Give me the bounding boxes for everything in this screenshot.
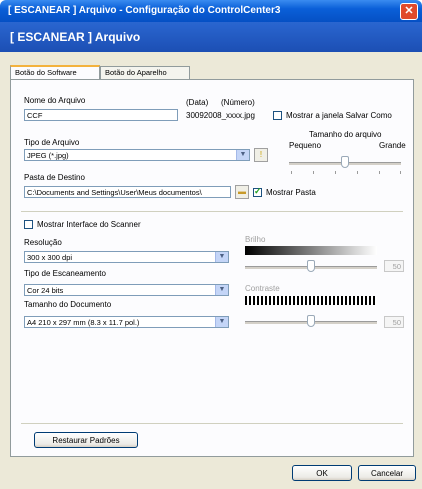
show-folder-label: Mostrar Pasta (266, 188, 316, 197)
file-size-slider[interactable] (341, 156, 349, 168)
brightness-slider[interactable] (307, 260, 315, 272)
file-size-tick (379, 171, 380, 174)
scan-type-label: Tipo de Escaneamento (24, 269, 106, 278)
divider (21, 423, 403, 424)
show-scanner-interface-checkbox[interactable] (24, 220, 33, 229)
chevron-down-icon[interactable]: ▼ (215, 252, 228, 262)
resolution-label: Resolução (24, 238, 62, 247)
contrast-label: Contraste (245, 284, 280, 293)
destination-input[interactable]: C:\Documents and Settings\User\Meus docu… (24, 186, 231, 198)
banner-title: [ ESCANEAR ] Arquivo (10, 30, 141, 44)
header-banner: [ ESCANEAR ] Arquivo (0, 22, 422, 52)
title-bar[interactable]: [ ESCANEAR ] Arquivo - Configuração do C… (0, 0, 422, 22)
file-size-large-label: Grande (379, 141, 406, 150)
file-name-label: Nome do Arquivo (24, 96, 86, 105)
window-title: [ ESCANEAR ] Arquivo - Configuração do C… (8, 5, 281, 16)
resolution-select[interactable]: 300 x 300 dpi ▼ (24, 251, 229, 263)
file-size-tick (357, 171, 358, 174)
document-size-label: Tamanho do Documento (24, 300, 112, 309)
cancel-button[interactable]: Cancelar (358, 465, 416, 481)
date-label: (Data) (186, 98, 209, 107)
settings-panel: Nome do Arquivo CCF (Data) (Número) 3009… (10, 79, 414, 457)
contrast-pattern (245, 296, 377, 305)
file-size-tick (400, 171, 401, 174)
chevron-down-icon[interactable]: ▼ (215, 285, 228, 295)
document-size-select[interactable]: A4 210 x 297 mm (8.3 x 11.7 pol.) ▼ (24, 316, 229, 328)
file-size-tick (313, 171, 314, 174)
chevron-down-icon[interactable]: ▼ (236, 150, 249, 160)
show-save-as-checkbox[interactable] (273, 111, 282, 120)
show-scanner-interface-label: Mostrar Interface do Scanner (37, 220, 141, 229)
contrast-slider[interactable] (307, 315, 315, 327)
show-save-as-label: Mostrar a janela Salvar Como (286, 111, 392, 120)
file-size-small-label: Pequeno (289, 141, 322, 150)
dialog-window: [ ESCANEAR ] Arquivo - Configuração do C… (0, 0, 422, 489)
brightness-value[interactable]: 50 (384, 260, 404, 272)
destination-label: Pasta de Destino (24, 173, 85, 182)
brightness-gradient (245, 246, 377, 255)
file-size-tick (335, 171, 336, 174)
chevron-down-icon[interactable]: ▼ (215, 317, 228, 327)
file-size-label: Tamanho do arquivo (309, 130, 382, 139)
show-folder-checkbox[interactable] (253, 186, 262, 197)
file-type-select[interactable]: JPEG (*.jpg) ▼ (24, 149, 250, 161)
restore-defaults-button[interactable]: Restaurar Padrões (34, 432, 138, 448)
folder-icon[interactable]: ▬ (235, 185, 249, 199)
divider (21, 211, 403, 212)
file-type-label: Tipo de Arquivo (24, 138, 80, 147)
brightness-label: Brilho (245, 235, 266, 244)
scan-type-select[interactable]: Cor 24 bits ▼ (24, 284, 229, 296)
file-type-value: JPEG (*.jpg) (27, 151, 69, 160)
info-icon[interactable]: ! (254, 148, 268, 162)
resolution-value: 300 x 300 dpi (27, 253, 73, 262)
ok-button[interactable]: OK (292, 465, 352, 481)
close-button[interactable]: ✕ (400, 3, 418, 20)
file-suffix: 30092008_xxxx.jpg (186, 111, 255, 120)
file-size-tick (291, 171, 292, 174)
contrast-value[interactable]: 50 (384, 316, 404, 328)
scan-type-value: Cor 24 bits (27, 286, 64, 295)
tab-device-button[interactable]: Botão do Aparelho (100, 66, 190, 79)
file-name-input[interactable]: CCF (24, 109, 178, 121)
number-label: (Número) (221, 98, 255, 107)
document-size-value: A4 210 x 297 mm (8.3 x 11.7 pol.) (27, 318, 140, 327)
